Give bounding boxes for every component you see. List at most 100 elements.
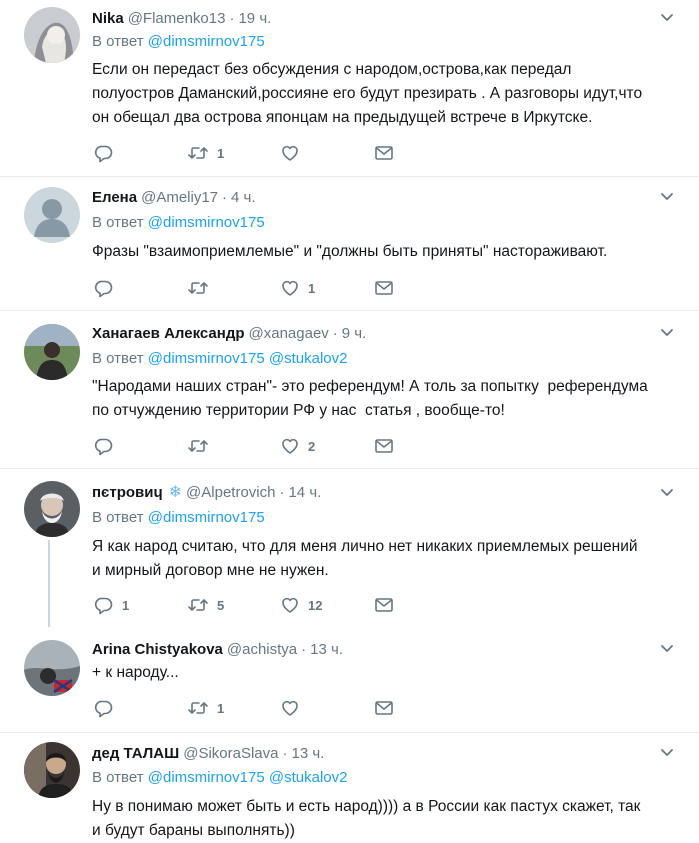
author-handle[interactable]: @xanagaev [249,325,329,342]
reply-prefix: В ответ [92,33,144,50]
retweet-count: 1 [217,145,225,161]
retweet-count: 1 [217,700,225,716]
direct-message-icon [375,146,393,160]
mention-link[interactable]: @dimsmirnov175 [148,350,265,367]
tweet-actions: 1 [92,278,412,298]
author-handle[interactable]: @Alpetrovich [186,484,275,501]
tweet-item[interactable]: Arina Chistyakova @achistya · 13 ч. + к … [0,630,699,732]
reply-icon [94,280,113,298]
separator-dot: · [332,324,338,342]
direct-message-button[interactable] [374,698,394,718]
chevron-down-icon[interactable] [659,189,675,205]
like-button[interactable] [280,143,308,163]
timestamp[interactable]: 13 ч. [292,745,325,762]
timestamp[interactable]: 13 ч. [310,641,343,658]
chevron-down-icon[interactable] [659,10,675,26]
retweet-icon [188,440,208,452]
like-button[interactable]: 12 [280,595,322,615]
mention-link[interactable]: @dimsmirnov175 [148,509,265,526]
direct-message-button[interactable] [374,143,394,163]
reply-button[interactable] [94,143,122,163]
reply-context: В ответ @dimsmirnov175 [92,214,265,231]
avatar[interactable] [24,481,80,537]
avatar[interactable] [24,640,80,696]
like-icon [282,597,298,613]
author-handle[interactable]: @achistya [227,641,297,658]
author-handle[interactable]: @SikoraSlava [183,745,278,762]
reply-icon [94,597,113,615]
author-name[interactable]: Arina Chistyakova [92,641,223,658]
chevron-down-icon[interactable] [659,325,675,341]
like-icon [282,280,298,296]
like-count: 2 [308,438,316,454]
mention-link[interactable]: @dimsmirnov175 [148,33,265,50]
mention-link[interactable]: @dimsmirnov175 [148,769,265,786]
retweet-button[interactable]: 1 [187,698,224,718]
direct-message-button[interactable] [374,595,394,615]
like-button[interactable]: 1 [280,278,315,298]
retweet-button[interactable] [187,278,217,298]
retweet-button[interactable]: 1 [187,143,224,163]
like-icon [282,700,298,716]
tweet-item[interactable]: Ханагаев Александр @xanagaev · 9 ч. В от… [0,311,699,468]
tweet-item[interactable]: пєтровиɥ ❄ @Alpetrovich · 14 ч. В ответ … [0,469,699,629]
author-handle[interactable]: @Flamenko13 [128,10,226,27]
tweet-text: "Народами наших стран"- это референдум! … [92,378,648,419]
like-button[interactable]: 2 [280,436,315,456]
avatar[interactable] [24,7,80,63]
retweet-icon [188,702,208,714]
reply-icon [94,438,113,456]
mention-link[interactable]: @stukalov2 [269,769,348,786]
reply-prefix: В ответ [92,509,144,526]
tweet-item[interactable]: Елена @Ameliy17 · 4 ч. В ответ @dimsmirn… [0,177,699,310]
retweet-count: 5 [217,597,225,613]
author-name[interactable]: Ханагаев Александр [92,325,245,342]
separator-dot: · [282,744,288,762]
timestamp[interactable]: 9 ч. [342,325,367,342]
timestamp[interactable]: 14 ч. [288,484,321,501]
like-button[interactable] [280,698,308,718]
timestamp[interactable]: 4 ч. [231,189,256,206]
chevron-down-icon[interactable] [659,745,675,761]
retweet-button[interactable] [187,436,217,456]
author-handle[interactable]: @Ameliy17 [141,189,218,206]
tweet-text: Фразы "взаимоприемлемые" и "должны быть … [92,243,608,260]
author-name[interactable]: Nika [92,10,124,27]
chevron-down-icon[interactable] [659,641,675,657]
direct-message-icon [375,701,393,715]
reply-button[interactable] [94,698,122,718]
tweet-text: Ну в понимаю может быть и есть народ))))… [92,798,641,839]
chevron-down-icon[interactable] [659,485,675,501]
separator-dot: · [222,188,228,206]
mention-link[interactable]: @dimsmirnov175 [148,214,265,231]
like-icon [282,145,298,161]
mention-link[interactable]: @stukalov2 [269,350,348,367]
direct-message-button[interactable] [374,278,394,298]
timestamp[interactable]: 19 ч. [238,10,271,27]
reply-button[interactable] [94,278,122,298]
reply-icon [94,145,113,163]
author-name[interactable]: Елена [92,189,137,206]
reply-button[interactable] [94,436,122,456]
reply-button[interactable]: 1 [94,595,129,615]
separator-dot: · [301,640,307,658]
author-name[interactable]: пєтровиɥ [92,484,163,501]
reply-context: В ответ @dimsmirnov175 [92,33,265,50]
reply-icon [94,700,113,718]
avatar[interactable] [24,187,80,243]
author-name[interactable]: дед ТАЛАШ [92,745,179,762]
like-count: 12 [308,597,323,613]
tweet-text: Если он передаст без обсуждения с народо… [92,61,643,126]
retweet-button[interactable]: 5 [187,595,224,615]
avatar[interactable] [24,324,80,380]
snowflake-icon: ❄ [168,484,183,501]
tweet-item[interactable]: Nika @Flamenko13 · 19 ч. В ответ @dimsmi… [0,0,699,176]
tweet-text: Я как народ считаю, что для меня лично н… [92,538,638,579]
reply-context: В ответ @dimsmirnov175 @stukalov2 [92,350,347,367]
direct-message-button[interactable] [374,436,394,456]
tweet-item[interactable]: дед ТАЛАШ @SikoraSlava · 13 ч. В ответ @… [0,733,699,839]
tweet-actions: 1 [92,143,412,163]
tweet-text: + к народу... [92,664,179,681]
avatar[interactable] [24,742,80,798]
direct-message-icon [375,439,393,453]
